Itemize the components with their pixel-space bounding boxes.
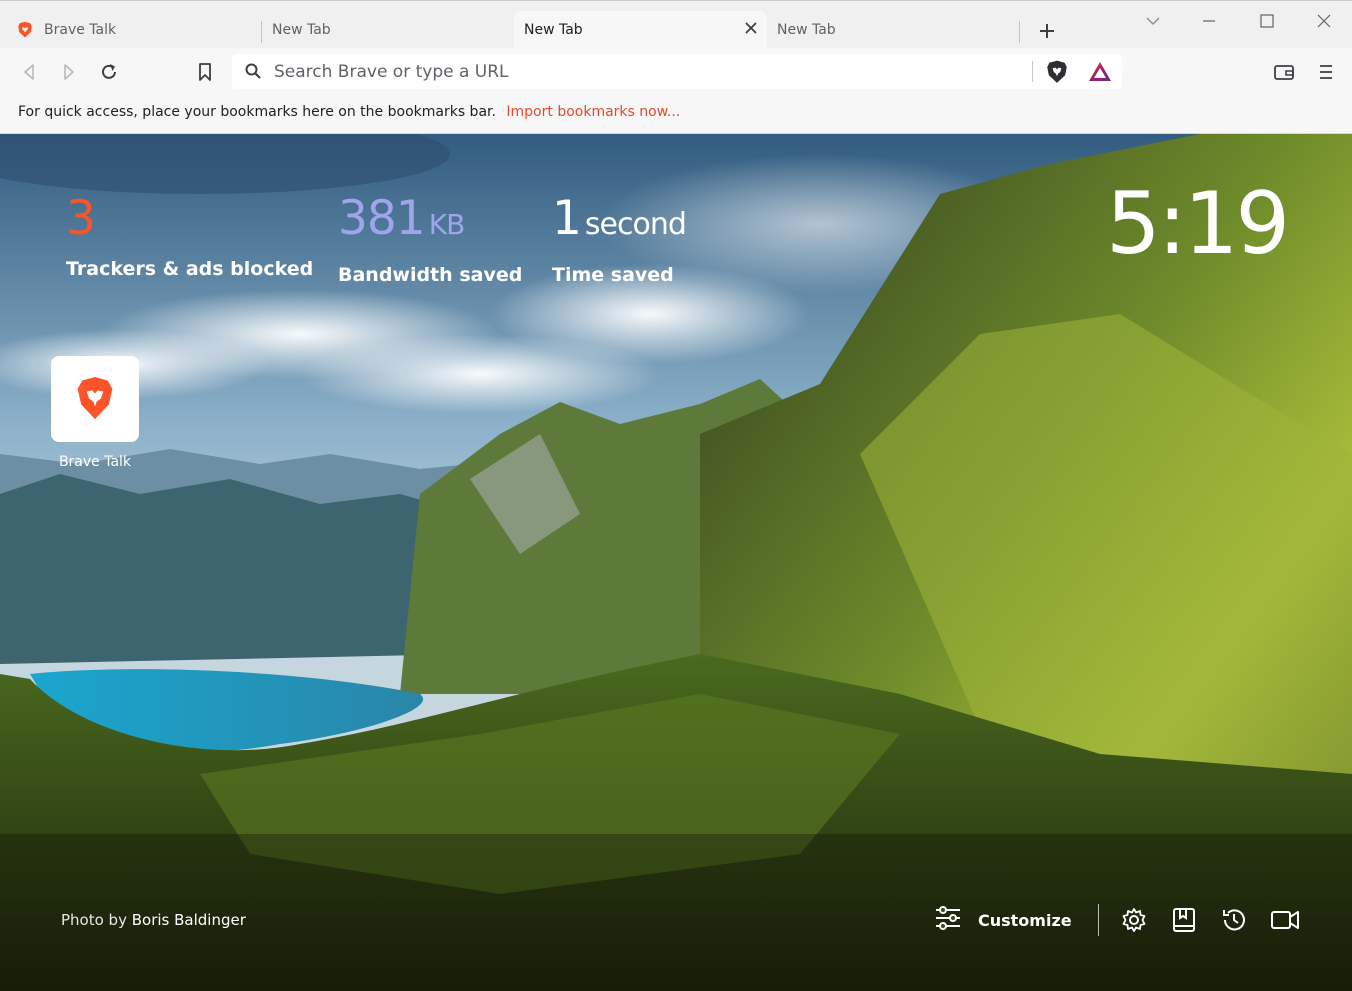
trackers-label: Trackers & ads blocked (66, 258, 314, 280)
time-value: 1 (552, 191, 582, 246)
bookmarks-icon[interactable] (1170, 906, 1198, 934)
bandwidth-label: Bandwidth saved (338, 264, 523, 286)
brave-lion-icon (16, 21, 34, 39)
minimize-icon (1203, 20, 1215, 22)
tab-label: New Tab (524, 22, 583, 38)
customize-label: Customize (978, 910, 1072, 930)
bookmarks-bar: For quick access, place your bookmarks h… (0, 95, 1352, 134)
stat-time-saved: 1 second Time saved (552, 191, 687, 287)
bookmark-icon (199, 63, 211, 81)
toolbar (0, 48, 1352, 95)
top-site-brave-talk[interactable] (51, 356, 139, 442)
photo-credit[interactable]: Photo by Boris Baldinger (61, 911, 246, 929)
brave-talk-camera-icon[interactable] (1270, 906, 1299, 934)
address-input[interactable] (274, 54, 1014, 89)
bandwidth-value: 381 (338, 191, 426, 246)
close-icon[interactable] (743, 21, 759, 37)
time-label: Time saved (552, 264, 674, 286)
photo-credit-author: Boris Baldinger (131, 911, 246, 929)
maximize-button[interactable] (1247, 7, 1287, 35)
time-unit: second (584, 207, 687, 242)
new-tab-button[interactable] (1033, 18, 1061, 44)
address-divider (1032, 61, 1033, 82)
bookmarks-bar-message: For quick access, place your bookmarks h… (18, 104, 496, 120)
brave-rewards-icon[interactable] (1087, 60, 1113, 84)
tab-label: Brave Talk (44, 22, 117, 38)
tab-new-tab-active[interactable]: New Tab (514, 11, 767, 49)
tab-strip: Brave Talk New Tab New Tab New Tab (0, 0, 1352, 49)
search-icon (244, 62, 263, 85)
footer-divider (1098, 904, 1099, 936)
tab-label: New Tab (777, 22, 836, 38)
menu-icon (1320, 65, 1332, 79)
reload-icon (102, 64, 116, 79)
top-site-label: Brave Talk (58, 454, 132, 470)
back-button[interactable] (15, 58, 43, 86)
history-icon[interactable] (1220, 906, 1248, 934)
reload-button[interactable] (95, 58, 123, 86)
tab-label: New Tab (272, 22, 331, 38)
chevron-down-icon (1146, 17, 1160, 25)
bookmark-page-button[interactable] (191, 58, 219, 86)
address-bar[interactable] (232, 54, 1122, 89)
photo-credit-prefix: Photo by (61, 911, 127, 929)
brave-shields-icon[interactable] (1044, 59, 1070, 85)
plus-icon (1040, 24, 1054, 38)
forward-icon (64, 64, 74, 80)
wallet-button[interactable] (1270, 58, 1298, 86)
close-window-button[interactable] (1304, 7, 1344, 35)
import-bookmarks-link[interactable]: Import bookmarks now... (506, 104, 680, 120)
tab-new-tab-3[interactable]: New Tab (767, 11, 1020, 49)
maximize-icon (1260, 14, 1274, 28)
stat-trackers-blocked: 3 Trackers & ads blocked (66, 191, 314, 281)
tab-search-button[interactable] (1133, 7, 1173, 35)
tab-brave-talk[interactable]: Brave Talk (0, 11, 262, 49)
back-icon (24, 64, 34, 80)
wallet-icon (1274, 65, 1294, 80)
customize-sliders-icon (934, 905, 962, 935)
tab-new-tab-1[interactable]: New Tab (262, 11, 514, 49)
trackers-count: 3 (66, 191, 96, 246)
main-menu-button[interactable] (1312, 58, 1340, 86)
tab-separator (1019, 21, 1020, 43)
forward-button[interactable] (55, 58, 83, 86)
stat-bandwidth-saved: 381 KB Bandwidth saved (338, 191, 523, 287)
close-icon (1317, 14, 1331, 28)
settings-gear-icon[interactable] (1120, 906, 1148, 934)
minimize-button[interactable] (1189, 7, 1229, 35)
bandwidth-unit: KB (428, 208, 466, 241)
clock: 5:19 (1106, 174, 1290, 274)
customize-button[interactable]: Customize (934, 904, 1072, 936)
new-tab-page: 3 Trackers & ads blocked 381 KB Bandwidth… (0, 134, 1352, 991)
brave-lion-icon (77, 377, 113, 420)
